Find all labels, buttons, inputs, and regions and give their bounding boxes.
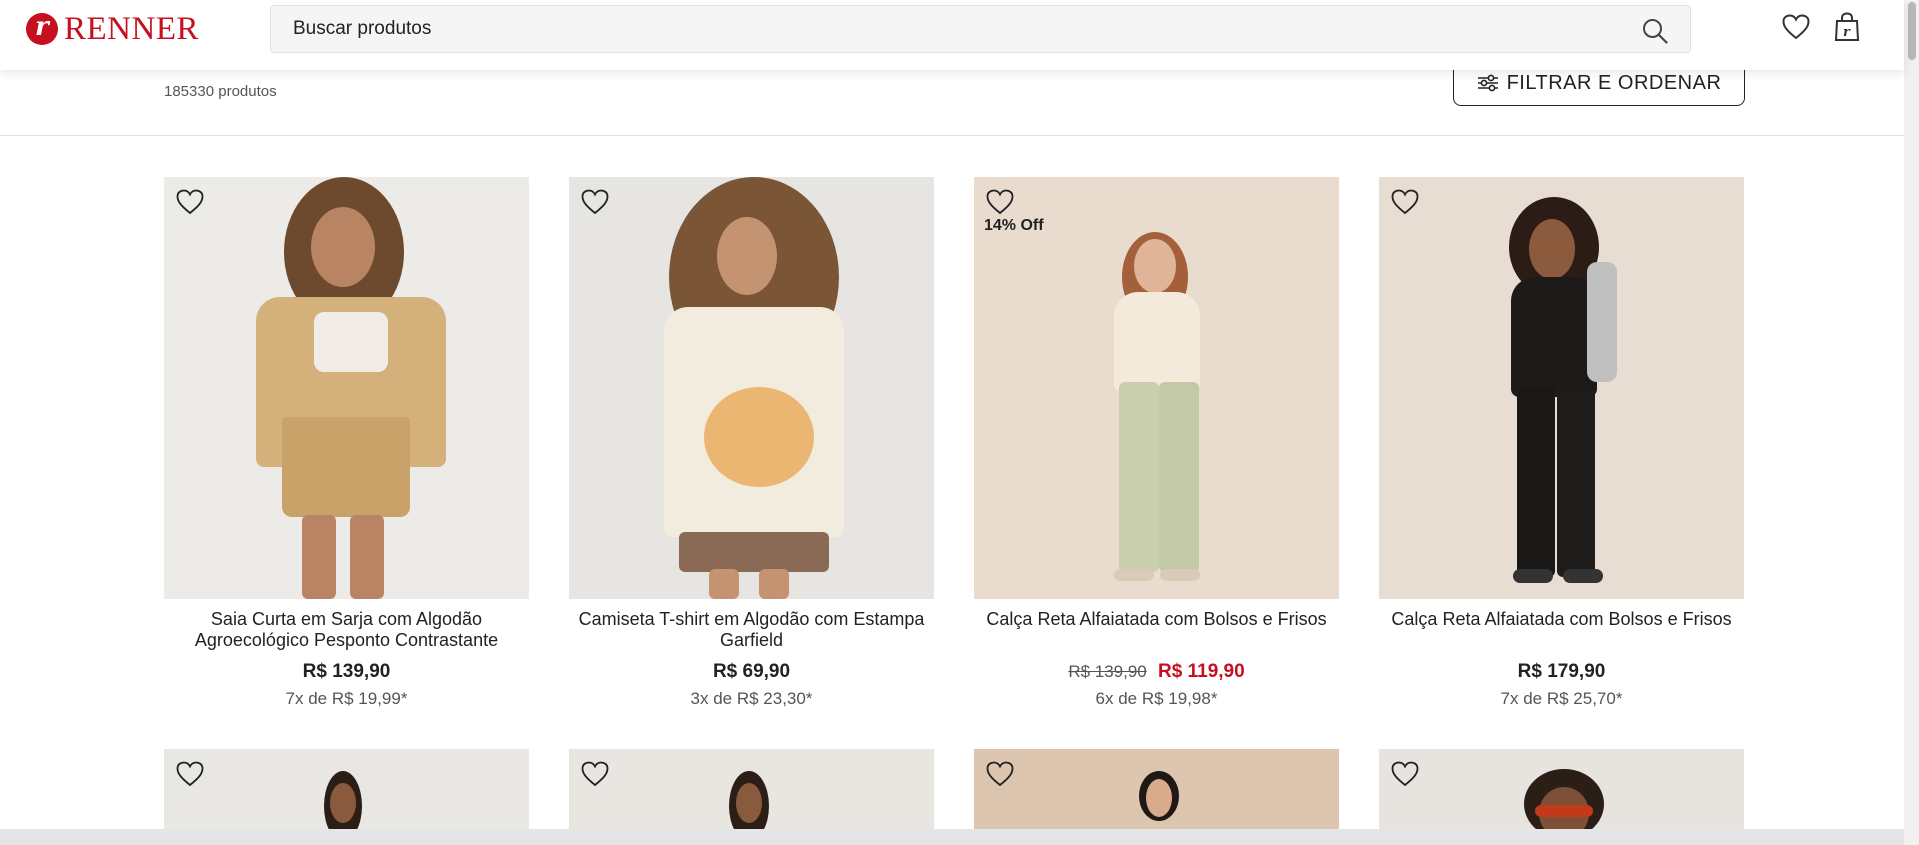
search-icon[interactable]	[1642, 18, 1668, 44]
results-count-label: produtos	[218, 83, 277, 100]
product-image[interactable]	[569, 749, 934, 839]
installments: 6x de R$ 19,98*	[1095, 689, 1218, 708]
favorite-heart-icon[interactable]	[986, 761, 1014, 787]
product-name[interactable]: Saia Curta em Sarja com Algodão Agroecol…	[164, 609, 529, 651]
product-card[interactable]	[569, 749, 934, 839]
product-card[interactable]	[974, 749, 1339, 839]
product-card[interactable]	[1379, 749, 1744, 839]
vertical-scrollbar[interactable]	[1904, 0, 1919, 845]
product-price: R$ 69,90	[712, 661, 791, 682]
product-image[interactable]: 14% Off	[974, 177, 1339, 599]
favorite-heart-icon[interactable]	[581, 761, 609, 787]
favorite-heart-icon[interactable]	[176, 761, 204, 787]
product-card[interactable]: Calça Reta Alfaiatada com Bolsos e Friso…	[1379, 177, 1744, 709]
original-price: R$ 139,90	[1068, 662, 1147, 681]
product-image[interactable]	[1379, 749, 1744, 839]
scrollbar-thumb[interactable]	[1908, 2, 1916, 60]
product-card[interactable]: Saia Curta em Sarja com Algodão Agroecol…	[164, 177, 529, 709]
product-price: R$ 179,90	[1517, 661, 1606, 682]
product-card[interactable]: 14% Off Calça Reta Alfaiatada com Bolsos…	[974, 177, 1339, 709]
renner-logo[interactable]: RENNER	[26, 12, 199, 46]
search-input[interactable]	[293, 6, 1593, 52]
filter-and-sort-label: FILTRAR E ORDENAR	[1506, 71, 1722, 94]
favorite-heart-icon[interactable]	[986, 189, 1014, 215]
installments: 3x de R$ 23,30*	[690, 689, 813, 708]
price-row: R$ 69,90	[569, 661, 934, 683]
product-image[interactable]	[974, 749, 1339, 839]
sale-price: R$ 119,90	[1158, 661, 1245, 682]
price-row: R$ 139,90 R$ 119,90	[974, 661, 1339, 683]
renner-logo-mark-icon	[26, 12, 58, 45]
logo-text: RENNER	[64, 11, 199, 47]
product-name[interactable]: Camiseta T-shirt em Algodão com Estampa …	[569, 609, 934, 651]
product-price: R$ 139,90	[302, 661, 391, 682]
shopping-bag-icon[interactable]: r	[1834, 12, 1860, 42]
product-name[interactable]: Calça Reta Alfaiatada com Bolsos e Friso…	[974, 609, 1339, 651]
discount-badge: 14% Off	[984, 217, 1044, 234]
product-image[interactable]	[569, 177, 934, 599]
favorite-heart-icon[interactable]	[1391, 761, 1419, 787]
wishlist-heart-icon[interactable]	[1782, 14, 1810, 40]
results-count: 185330 produtos	[164, 83, 277, 100]
filter-sliders-icon	[1477, 74, 1498, 92]
installments: 7x de R$ 25,70*	[1500, 689, 1623, 708]
product-image[interactable]	[164, 749, 529, 839]
svg-text:r: r	[1843, 25, 1851, 40]
favorite-heart-icon[interactable]	[1391, 189, 1419, 215]
installments: 7x de R$ 19,99*	[285, 689, 408, 708]
favorite-heart-icon[interactable]	[581, 189, 609, 215]
product-image[interactable]	[164, 177, 529, 599]
product-card[interactable]: Camiseta T-shirt em Algodão com Estampa …	[569, 177, 934, 709]
results-count-number: 185330	[164, 83, 215, 100]
product-name[interactable]: Calça Reta Alfaiatada com Bolsos e Friso…	[1379, 609, 1744, 651]
horizontal-scrollbar[interactable]	[0, 829, 1904, 845]
results-bar: 185330 produtos FILTRAR E ORDENAR	[0, 60, 1904, 136]
price-row: R$ 179,90	[1379, 661, 1744, 683]
search-bar	[270, 5, 1691, 53]
site-header: RENNER r	[0, 0, 1904, 70]
product-card[interactable]	[164, 749, 529, 839]
price-row: R$ 139,90	[164, 661, 529, 683]
product-image[interactable]	[1379, 177, 1744, 599]
favorite-heart-icon[interactable]	[176, 189, 204, 215]
